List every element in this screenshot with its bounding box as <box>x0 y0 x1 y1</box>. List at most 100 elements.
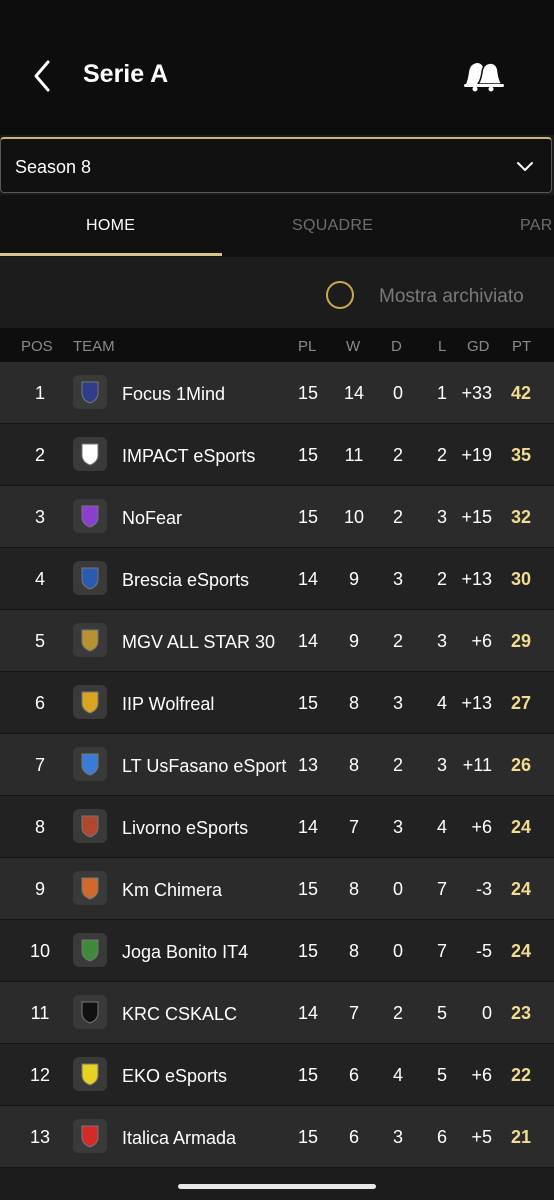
goal-diff-cell: 0 <box>481 1003 492 1023</box>
draws-cell: 3 <box>392 817 403 837</box>
wins-cell: 11 <box>344 445 364 465</box>
table-row[interactable]: 1 Focus 1Mind 15 14 0 1 +33 42 <box>0 362 554 424</box>
goal-diff-cell: -3 <box>475 879 492 899</box>
home-indicator <box>178 1184 376 1189</box>
points-cell: 29 <box>510 631 532 651</box>
col-pt: PT <box>512 338 532 355</box>
archive-label[interactable]: Mostra archiviato <box>379 286 524 308</box>
team-name: Joga Bonito IT4 <box>122 942 249 962</box>
season-value: Season 8 <box>15 157 92 177</box>
draws-cell: 0 <box>392 383 403 403</box>
goal-diff-cell: +6 <box>471 817 492 837</box>
played-cell: 14 <box>297 569 319 589</box>
col-w: W <box>346 338 361 355</box>
wins-cell: 9 <box>348 631 359 651</box>
draws-cell: 2 <box>392 445 403 465</box>
wins-cell: 8 <box>348 755 359 775</box>
goal-diff-cell: +33 <box>461 383 492 403</box>
table-row[interactable]: 13 Italica Armada 15 6 3 6 +5 21 <box>0 1106 554 1168</box>
draws-cell: 3 <box>392 569 403 589</box>
pos-cell: 4 <box>34 569 45 589</box>
points-cell: 35 <box>510 445 532 465</box>
season-select[interactable]: Season 8 <box>0 137 552 193</box>
points-cell: 42 <box>510 383 532 403</box>
pos-cell: 10 <box>29 941 51 961</box>
wins-cell: 8 <box>348 693 359 713</box>
draws-cell: 3 <box>392 693 403 713</box>
col-d: D <box>391 338 402 355</box>
goal-diff-cell: +13 <box>461 693 492 713</box>
standings-table: 1 Focus 1Mind 15 14 0 1 +33 42 2 IMPACT eSports 15… <box>0 362 554 1168</box>
col-gd: GD <box>467 338 490 355</box>
pos-cell: 6 <box>34 693 45 713</box>
table-row[interactable]: 10 Joga Bonito IT4 15 8 0 7 -5 24 <box>0 920 554 982</box>
wins-cell: 9 <box>348 569 359 589</box>
goal-diff-cell: +6 <box>471 631 492 651</box>
draws-cell: 0 <box>392 879 403 899</box>
played-cell: 13 <box>297 755 319 775</box>
table-row[interactable]: 5 MGV ALL STAR 30 14 9 2 3 +6 29 <box>0 610 554 672</box>
played-cell: 15 <box>297 383 319 403</box>
goal-diff-cell: +15 <box>461 507 492 527</box>
team-name: Italica Armada <box>122 1128 237 1148</box>
team-name: Brescia eSports <box>122 570 250 590</box>
draws-cell: 2 <box>392 507 403 527</box>
table-row[interactable]: 9 Km Chimera 15 8 0 7 -3 24 <box>0 858 554 920</box>
played-cell: 15 <box>297 879 319 899</box>
col-team: TEAM <box>73 338 115 355</box>
table-row[interactable]: 7 LT UsFasano eSport 13 8 2 3 +11 26 <box>0 734 554 796</box>
back-arrow-icon[interactable] <box>28 56 58 96</box>
table-row[interactable]: 11 KRC CSKALC 14 7 2 5 0 23 <box>0 982 554 1044</box>
goal-diff-cell: +6 <box>471 1065 492 1085</box>
pos-cell: 8 <box>34 817 45 837</box>
table-row[interactable]: 4 Brescia eSports 14 9 3 2 +13 30 <box>0 548 554 610</box>
team-name: Focus 1Mind <box>122 384 226 404</box>
archive-radio[interactable] <box>326 281 354 309</box>
draws-cell: 4 <box>392 1065 403 1085</box>
table-row[interactable]: 12 EKO eSports 15 6 4 5 +6 22 <box>0 1044 554 1106</box>
col-pl: PL <box>298 338 317 355</box>
team-name: NoFear <box>122 508 183 528</box>
team-name: KRC CSKALC <box>122 1004 238 1024</box>
goal-diff-cell: -5 <box>475 941 492 961</box>
pos-cell: 5 <box>34 631 45 651</box>
page-title: Serie A <box>83 60 169 88</box>
goal-diff-cell: +11 <box>462 755 492 775</box>
pos-cell: 7 <box>34 755 45 775</box>
draws-cell: 2 <box>392 631 403 651</box>
points-cell: 24 <box>510 941 532 961</box>
table-header: POS TEAM PL W D L GD PT <box>0 328 554 362</box>
points-cell: 21 <box>510 1127 532 1147</box>
pos-cell: 1 <box>34 383 45 403</box>
wins-cell: 8 <box>348 941 359 961</box>
played-cell: 15 <box>297 1065 319 1085</box>
points-cell: 24 <box>510 879 532 899</box>
pos-cell: 11 <box>30 1003 50 1023</box>
tab-partite[interactable]: PAR <box>520 217 553 235</box>
table-row[interactable]: 8 Livorno eSports 14 7 3 4 +6 24 <box>0 796 554 858</box>
team-name: IMPACT eSports <box>122 446 256 466</box>
played-cell: 14 <box>297 817 319 837</box>
wins-cell: 6 <box>348 1127 359 1147</box>
active-tab-indicator <box>0 253 222 256</box>
played-cell: 15 <box>297 507 319 527</box>
draws-cell: 2 <box>392 755 403 775</box>
goal-diff-cell: +5 <box>471 1127 492 1147</box>
tab-squadre[interactable]: SQUADRE <box>292 217 373 235</box>
points-cell: 22 <box>510 1065 532 1085</box>
archive-toggle-row: Mostra archiviato <box>0 257 554 328</box>
table-row[interactable]: 2 IMPACT eSports 15 11 2 2 +19 35 <box>0 424 554 486</box>
played-cell: 15 <box>297 941 319 961</box>
wins-cell: 10 <box>343 507 365 527</box>
notification-bell-icon[interactable] <box>460 58 506 94</box>
points-cell: 27 <box>510 693 532 713</box>
table-row[interactable]: 6 IIP Wolfreal 15 8 3 4 +13 27 <box>0 672 554 734</box>
wins-cell: 7 <box>348 1003 359 1023</box>
played-cell: 14 <box>297 1003 319 1023</box>
table-row[interactable]: 3 NoFear 15 10 2 3 +15 32 <box>0 486 554 548</box>
team-name: Livorno eSports <box>122 818 249 838</box>
played-cell: 15 <box>297 693 319 713</box>
tab-home[interactable]: HOME <box>86 217 135 235</box>
pos-cell: 13 <box>29 1127 51 1147</box>
team-name: Km Chimera <box>122 880 223 900</box>
